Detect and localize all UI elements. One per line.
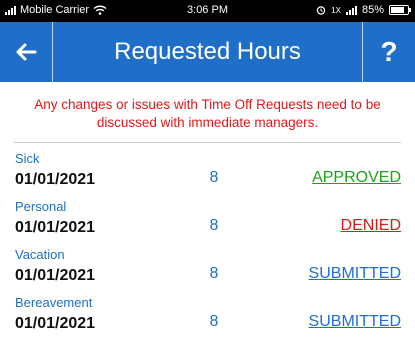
network-type: 1X xyxy=(331,5,341,15)
notice-text: Any changes or issues with Time Off Requ… xyxy=(34,97,381,130)
status-submitted-link[interactable]: SUBMITTED xyxy=(309,313,401,331)
app-header: Requested Hours ? xyxy=(0,22,415,82)
request-hours: 8 xyxy=(209,313,219,330)
request-type: Personal xyxy=(15,199,67,214)
request-hours: 8 xyxy=(209,169,219,186)
request-type: Bereavement xyxy=(15,295,93,310)
status-bar: Mobile Carrier 3:06 PM 1X 85% xyxy=(0,0,415,22)
page-title: Requested Hours xyxy=(114,38,301,65)
status-denied-link[interactable]: DENIED xyxy=(341,217,401,235)
status-approved-link[interactable]: APPROVED xyxy=(312,169,401,187)
request-date: 01/01/2021 xyxy=(15,171,96,188)
request-date: 01/01/2021 xyxy=(15,267,96,284)
request-type: Sick xyxy=(15,151,40,166)
battery-percent: 85% xyxy=(361,4,384,16)
request-hours: 8 xyxy=(209,217,219,234)
status-submitted-link[interactable]: SUBMITTED xyxy=(309,265,401,283)
request-hours: 8 xyxy=(209,265,219,282)
request-row: Sick 01/01/2021 8 APPROVED xyxy=(14,143,401,191)
battery-icon xyxy=(389,5,411,15)
request-list: Sick 01/01/2021 8 APPROVED Personal 01/0… xyxy=(0,143,415,335)
cell-signal-icon xyxy=(345,5,357,15)
left-arrow-icon xyxy=(16,43,37,61)
request-date: 01/01/2021 xyxy=(15,315,96,332)
request-date: 01/01/2021 xyxy=(15,219,96,236)
system-status: 1X 85% xyxy=(316,4,411,16)
back-button[interactable] xyxy=(0,22,53,82)
request-row: Personal 01/01/2021 8 DENIED xyxy=(14,191,401,239)
request-type: Vacation xyxy=(15,247,65,262)
request-row: Vacation 01/01/2021 8 SUBMITTED xyxy=(14,239,401,287)
help-button[interactable]: ? xyxy=(362,22,415,82)
request-row: Bereavement 01/01/2021 8 SUBMITTED xyxy=(14,287,401,335)
battery-fill xyxy=(391,7,404,13)
alarm-icon xyxy=(316,6,326,15)
